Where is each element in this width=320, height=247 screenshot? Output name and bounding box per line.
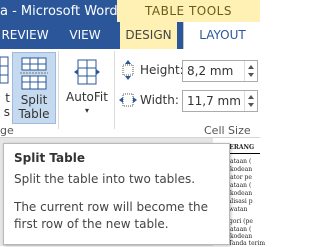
width-input[interactable]: 11,7 mm (182, 90, 258, 112)
split-cells-button[interactable]: t s (0, 49, 10, 121)
height-row: Height: 8,2 mm (118, 60, 260, 82)
split-cells-label-1: t (5, 91, 10, 105)
ribbon-separator (58, 51, 59, 129)
chevron-down-icon: ▾ (84, 106, 89, 115)
height-value: 8,2 mm (187, 64, 234, 78)
column-width-icon (119, 93, 137, 107)
width-spinner[interactable] (244, 91, 257, 111)
window-title: a - Microsoft Word (0, 4, 118, 19)
table-tools-band: TABLE TOOLS (117, 0, 260, 22)
height-label: Height: (140, 63, 184, 77)
tab-layout[interactable]: LAYOUT (183, 22, 261, 49)
autofit-label: AutoFit (66, 90, 108, 104)
width-label: Width: (140, 93, 179, 107)
height-input[interactable]: 8,2 mm (182, 60, 258, 82)
tab-design[interactable]: DESIGN (120, 22, 177, 49)
autofit-button[interactable]: AutoFit ▾ (64, 52, 110, 122)
width-value: 11,7 mm (187, 94, 241, 108)
tooltip-text: The current row will become the (14, 200, 209, 214)
tooltip-text: Split the table into two tables. (14, 172, 196, 186)
tooltip-text: first row of the new table. (14, 217, 169, 231)
ribbon-separator (114, 51, 115, 129)
ribbon-panel: t s Split Table AutoFit ▾ Height: 8,2 mm… (0, 49, 260, 138)
tab-view[interactable]: VIEW (68, 22, 102, 49)
table-tools-label: TABLE TOOLS (145, 4, 232, 18)
split-table-label-2: Table (18, 107, 50, 121)
tab-review[interactable]: REVIEW (0, 22, 50, 49)
height-spinner[interactable] (244, 61, 257, 81)
split-table-label-1: Split (20, 93, 48, 107)
split-table-button[interactable]: Split Table (12, 52, 56, 124)
split-cells-icon (0, 56, 9, 84)
row-height-icon (122, 60, 134, 80)
group-label-cell-size: Cell Size (204, 124, 251, 137)
tooltip-title: Split Table (14, 151, 85, 165)
split-table-icon (20, 57, 48, 90)
title-bar: a - Microsoft Word TABLE TOOLS (0, 0, 260, 22)
split-table-tooltip: Split Table Split the table into two tab… (3, 143, 230, 245)
group-label-merge: ge (0, 124, 14, 137)
autofit-icon (74, 59, 100, 85)
ribbon-tabs: REVIEW VIEW DESIGN LAYOUT (0, 22, 261, 49)
width-row: Width: 11,7 mm (118, 90, 260, 112)
split-cells-label-2: s (3, 105, 10, 119)
